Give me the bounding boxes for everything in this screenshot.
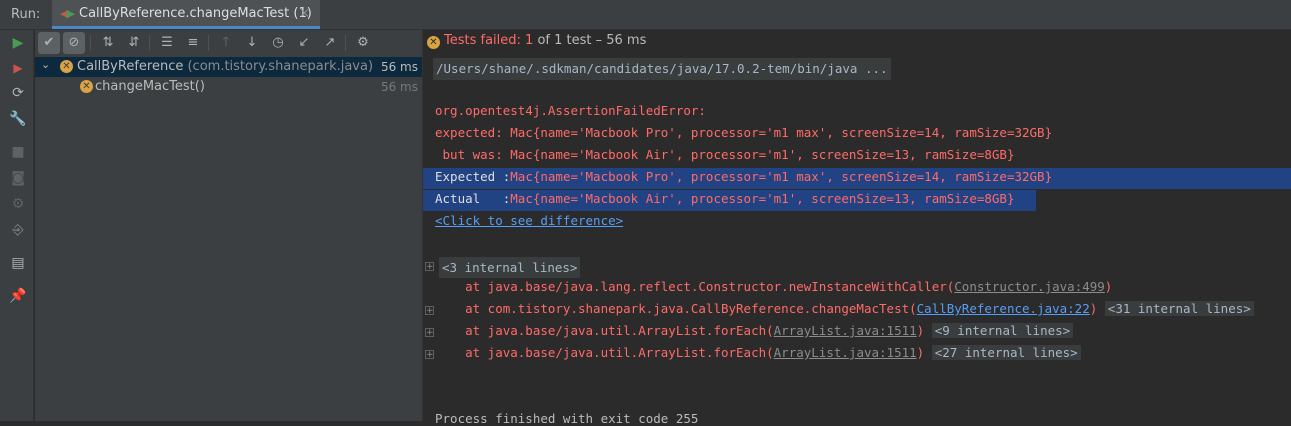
expand-all-icon[interactable]: ☰ xyxy=(156,32,178,54)
tree-method-name: changeMacTest() xyxy=(95,79,205,94)
run-icon[interactable]: ▶ xyxy=(9,34,27,52)
console-exit-line: Process finished with exit code 255 xyxy=(435,411,699,426)
export-icon[interactable]: ↗ xyxy=(319,32,341,54)
sort-alpha-icon[interactable]: ⇅ xyxy=(97,32,119,54)
console-actual-row: Actual :Mac{name='Macbook Air', processo… xyxy=(435,191,1014,206)
source-link[interactable]: Constructor.java:499 xyxy=(954,279,1105,294)
expand-fold-icon[interactable]: + xyxy=(425,328,434,338)
collapse-all-icon[interactable]: ≡ xyxy=(182,32,204,54)
expand-fold-icon[interactable]: + xyxy=(425,262,434,272)
settings-icon[interactable]: ⚙ xyxy=(352,32,374,54)
console-command-line[interactable]: /Users/shane/.sdkman/candidates/java/17.… xyxy=(433,58,891,80)
tree-method-duration: 56 ms xyxy=(380,80,418,94)
see-difference-link[interactable]: <Click to see difference> xyxy=(435,213,623,228)
internal-lines-fold[interactable]: <31 internal lines> xyxy=(1104,301,1254,316)
tree-row-class[interactable]: ⌄ ✕ CallByReference (com.tistory.shanepa… xyxy=(35,57,422,77)
expand-fold-icon[interactable]: + xyxy=(425,350,434,360)
chevron-down-icon[interactable]: ⌄ xyxy=(41,58,50,71)
camera-icon[interactable]: ◙ xyxy=(9,169,27,187)
tree-class-package: (com.tistory.shanepark.java) xyxy=(183,59,374,74)
stack-frame: at java.base/java.lang.reflect.Construct… xyxy=(435,279,1113,294)
left-toolbar: ▶ ▶ ⟳ 🔧 ■ ◙ ⚙ ⎆ ▤ 📌 xyxy=(0,30,34,421)
toolbar-separator xyxy=(149,35,150,51)
stack-frame: at java.base/java.util.ArrayList.forEach… xyxy=(435,345,1081,360)
run-tab[interactable]: ◀▶ CallByReference.changeMacTest (1) × xyxy=(52,0,320,29)
tree-class-name: CallByReference xyxy=(77,59,184,74)
internal-lines-fold[interactable]: <27 internal lines> xyxy=(931,345,1081,360)
wrench-icon[interactable]: 🔧 xyxy=(9,110,27,128)
history-icon[interactable]: ◷ xyxy=(267,32,289,54)
run-tab-title: CallByReference.changeMacTest (1) xyxy=(79,6,312,21)
layout-icon[interactable]: ▤ xyxy=(9,254,27,272)
debug-icon[interactable]: ⟳ xyxy=(9,84,27,102)
console-butwas-line: but was: Mac{name='Macbook Air', process… xyxy=(435,147,1015,162)
internal-lines-fold[interactable]: <3 internal lines> xyxy=(439,257,581,278)
source-link[interactable]: ArrayList.java:1511 xyxy=(774,323,917,338)
show-ignored-icon[interactable]: ⊘ xyxy=(63,32,85,54)
toolbar-separator xyxy=(90,35,91,51)
actual-label: Actual : xyxy=(435,191,511,206)
test-config-icon: ◀▶ xyxy=(60,7,75,20)
exit-icon[interactable]: ⎆ xyxy=(9,221,27,239)
expected-value: Mac{name='Macbook Pro', processor='m1 ma… xyxy=(510,169,1053,184)
close-icon[interactable]: × xyxy=(299,6,310,21)
console-expected-row: Expected :Mac{name='Macbook Pro', proces… xyxy=(435,169,1052,184)
sort-duration-icon[interactable]: ⇵ xyxy=(123,32,145,54)
tests-failed-label: Tests failed: xyxy=(444,33,526,48)
console-error-class: org.opentest4j.AssertionFailedError: xyxy=(435,103,706,118)
test-tree-toolbar: ✔ ⊘ ⇅ ⇵ ☰ ≡ ↑ ↓ ◷ ↙ ↗ ⚙ xyxy=(35,30,422,56)
expected-label: Expected : xyxy=(435,169,511,184)
tree-class-duration: 56 ms xyxy=(380,60,418,74)
run-label: Run: xyxy=(11,7,41,22)
gear-disabled-icon[interactable]: ⚙ xyxy=(9,195,27,213)
tree-row-method[interactable]: ✕ changeMacTest() 56 ms xyxy=(35,77,422,97)
test-failed-icon: ✕ xyxy=(60,60,73,73)
next-failed-icon[interactable]: ↓ xyxy=(241,32,263,54)
tests-summary: of 1 test – 56 ms xyxy=(533,33,647,48)
stack-frame: at com.tistory.shanepark.java.CallByRefe… xyxy=(435,301,1254,316)
test-status-bar: ✕ Tests failed: 1 of 1 test – 56 ms xyxy=(427,33,646,49)
internal-lines-fold[interactable]: <9 internal lines> xyxy=(931,323,1074,338)
toolbar-separator xyxy=(208,35,209,51)
test-failed-icon: ✕ xyxy=(80,80,93,93)
import-icon[interactable]: ↙ xyxy=(293,32,315,54)
run-tool-window-header: Run: ◀▶ CallByReference.changeMacTest (1… xyxy=(0,0,1291,30)
toolbar-separator xyxy=(345,35,346,51)
actual-value: Mac{name='Macbook Air', processor='m1', … xyxy=(510,191,1015,206)
prev-failed-icon[interactable]: ↑ xyxy=(215,32,237,54)
pin-icon[interactable]: 📌 xyxy=(9,287,27,305)
stack-frame: at java.base/java.util.ArrayList.forEach… xyxy=(435,323,1074,338)
show-passed-icon[interactable]: ✔ xyxy=(38,32,60,54)
source-link[interactable]: CallByReference.java:22 xyxy=(917,301,1090,316)
test-failed-icon: ✕ xyxy=(427,36,440,49)
stop-icon[interactable]: ■ xyxy=(9,143,27,161)
console-expected-line: expected: Mac{name='Macbook Pro', proces… xyxy=(435,125,1053,140)
expand-fold-icon[interactable]: + xyxy=(425,306,434,316)
source-link[interactable]: ArrayList.java:1511 xyxy=(774,345,917,360)
rerun-failed-icon[interactable]: ▶ xyxy=(9,59,27,77)
